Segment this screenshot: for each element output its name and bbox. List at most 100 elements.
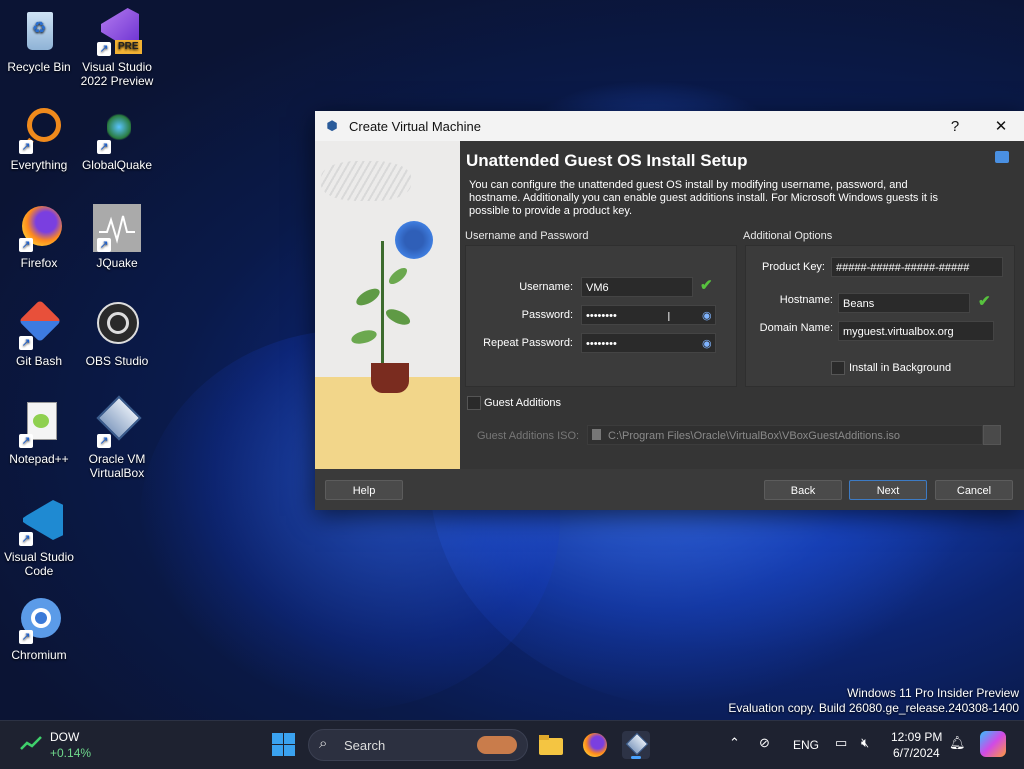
watermark-line1: Windows 11 Pro Insider Preview: [847, 686, 1019, 700]
display-icon[interactable]: ▭: [835, 735, 847, 751]
show-password-icon[interactable]: ◉: [702, 309, 712, 322]
desktop-icon-label: Visual Studio Code: [4, 550, 74, 578]
file-explorer-icon[interactable]: [537, 731, 565, 759]
shortcut-arrow-icon: ↗: [19, 140, 33, 154]
notification-bell-icon[interactable]: 🔔︎: [949, 735, 966, 751]
stock-change: +0.14%: [50, 746, 92, 760]
guest-additions-label: Guest Additions: [484, 397, 562, 409]
user-group-title: Username and Password: [465, 230, 589, 242]
desktop-icon-label: Firefox: [20, 256, 58, 270]
desktop-icon-label: Visual Studio 2022 Preview: [80, 60, 154, 88]
show-repeat-password-icon[interactable]: ◉: [702, 337, 712, 350]
back-button[interactable]: Back: [764, 480, 842, 500]
cancel-button[interactable]: Cancel: [935, 480, 1013, 500]
desktop-icon-chromium[interactable]: ↗ Chromium: [1, 596, 77, 662]
start-windows-icon[interactable]: [270, 731, 298, 759]
dialog-titlebar[interactable]: ⬢ Create Virtual Machine ? ✕: [315, 111, 1024, 141]
shortcut-arrow-icon: ↗: [97, 42, 111, 56]
desktop-icon-label: JQuake: [96, 256, 138, 270]
help-button[interactable]: Help: [325, 480, 403, 500]
desktop-icon-vscode[interactable]: ↗ Visual Studio Code: [1, 498, 77, 578]
page-title: Unattended Guest OS Install Setup: [466, 151, 748, 170]
desktop-icon-git-bash[interactable]: ↗ Git Bash: [1, 299, 77, 368]
taskbar: DOW +0.14% ⌕ Search ⌃ ⊘ ENG ▭ 🔇︎ 12:09 P…: [0, 720, 1024, 769]
password-label: Password:: [521, 309, 573, 321]
page-description: You can configure the unattended guest O…: [469, 179, 938, 217]
desktop-icon-visual-studio-preview[interactable]: PRE ↗ Visual Studio 2022 Preview: [79, 8, 155, 88]
disc-file-icon: [592, 429, 601, 440]
language-indicator[interactable]: ENG: [793, 738, 819, 752]
guest-additions-iso-field[interactable]: C:\Program Files\Oracle\VirtualBox\VBoxG…: [587, 425, 983, 445]
git-bash-icon: ↗: [15, 299, 63, 350]
valid-check-icon: ✔: [978, 293, 991, 310]
install-background-label: Install in Background: [849, 362, 952, 374]
desktop-icon-label: Git Bash: [15, 354, 63, 368]
close-icon[interactable]: ✕: [978, 117, 1024, 135]
shortcut-arrow-icon: ↗: [97, 434, 111, 448]
search-placeholder: Search: [344, 738, 386, 753]
install-background-checkbox[interactable]: [831, 361, 845, 375]
product-key-field[interactable]: #####-#####-#####-#####: [831, 257, 1003, 277]
clock-time[interactable]: 12:09 PM: [891, 730, 942, 744]
virtualbox-icon: ⬢: [326, 118, 338, 133]
copilot-icon[interactable]: [980, 731, 1006, 757]
desktop-icon-virtualbox[interactable]: ↗ Oracle VM VirtualBox: [79, 395, 155, 480]
password-field[interactable]: ••••••••: [581, 305, 716, 325]
search-highlight-icon: [477, 736, 517, 754]
info-icon: [995, 151, 1009, 163]
shortcut-arrow-icon: ↗: [97, 238, 111, 252]
next-button[interactable]: Next: [849, 480, 927, 500]
desktop-icon-notepad-plus-plus[interactable]: ↗ Notepad++: [1, 400, 77, 466]
desktop: ♻ Recycle Bin PRE ↗ Visual Studio 2022 P…: [0, 0, 1024, 720]
search-box[interactable]: ⌕ Search: [308, 729, 528, 761]
shortcut-arrow-icon: ↗: [19, 630, 33, 644]
jquake-icon: ↗: [93, 204, 141, 252]
valid-check-icon: ✔: [700, 277, 713, 294]
desktop-icon-label: Chromium: [11, 648, 67, 662]
wizard-illustration: [315, 141, 460, 469]
recycle-bin-icon: ♻: [15, 8, 63, 56]
username-field[interactable]: VM6: [581, 277, 693, 297]
volume-muted-icon[interactable]: 🔇︎: [861, 735, 869, 751]
product-key-label: Product Key:: [762, 261, 825, 273]
desktop-icon-globalquake[interactable]: ↗ GlobalQuake: [79, 106, 155, 172]
network-off-icon[interactable]: ⊘: [759, 735, 770, 751]
help-icon[interactable]: ?: [932, 118, 978, 135]
shortcut-arrow-icon: ↗: [19, 238, 33, 252]
firefox-taskbar-icon[interactable]: [581, 731, 609, 759]
desktop-icon-everything[interactable]: ↗ Everything: [1, 106, 77, 172]
visual-studio-preview-icon: PRE ↗: [93, 8, 142, 56]
domain-name-label: Domain Name:: [759, 322, 833, 334]
desktop-icon-label: Oracle VM VirtualBox: [88, 452, 146, 480]
chromium-icon: ↗: [15, 596, 63, 644]
desktop-icon-obs-studio[interactable]: OBS Studio: [79, 302, 155, 368]
desktop-icon-label: OBS Studio: [85, 354, 149, 368]
domain-name-field[interactable]: myguest.virtualbox.org: [838, 321, 994, 341]
desktop-icon-label: Everything: [10, 158, 68, 172]
text-cursor-icon: I: [667, 309, 671, 324]
vscode-icon: ↗: [15, 498, 63, 546]
desktop-icon-jquake[interactable]: ↗ JQuake: [79, 204, 155, 270]
additional-group-title: Additional Options: [743, 230, 833, 242]
desktop-icon-label: GlobalQuake: [81, 158, 153, 172]
desktop-icon-firefox[interactable]: ↗ Firefox: [1, 204, 77, 270]
clock-date[interactable]: 6/7/2024: [893, 746, 940, 760]
search-icon: ⌕: [319, 735, 328, 752]
firefox-icon: ↗: [15, 204, 63, 252]
notepad-plus-plus-icon: ↗: [15, 400, 63, 448]
stock-chart-icon: [20, 735, 42, 751]
chevron-up-icon[interactable]: ⌃: [729, 735, 740, 751]
virtualbox-taskbar-icon[interactable]: [622, 731, 650, 759]
guest-additions-checkbox[interactable]: [467, 396, 481, 410]
shortcut-arrow-icon: ↗: [19, 434, 33, 448]
guest-additions-iso-label: Guest Additions ISO:: [477, 430, 580, 442]
shortcut-arrow-icon: ↗: [19, 336, 33, 350]
virtualbox-icon: ↗: [93, 395, 142, 448]
stock-name[interactable]: DOW: [50, 730, 79, 744]
desktop-icon-recycle-bin[interactable]: ♻ Recycle Bin: [1, 8, 77, 74]
desktop-icon-label: Recycle Bin: [7, 60, 71, 74]
everything-search-icon: ↗: [15, 106, 63, 154]
hostname-field[interactable]: Beans: [838, 293, 970, 313]
repeat-password-field[interactable]: ••••••••: [581, 333, 716, 353]
browse-iso-button[interactable]: [983, 425, 1001, 445]
